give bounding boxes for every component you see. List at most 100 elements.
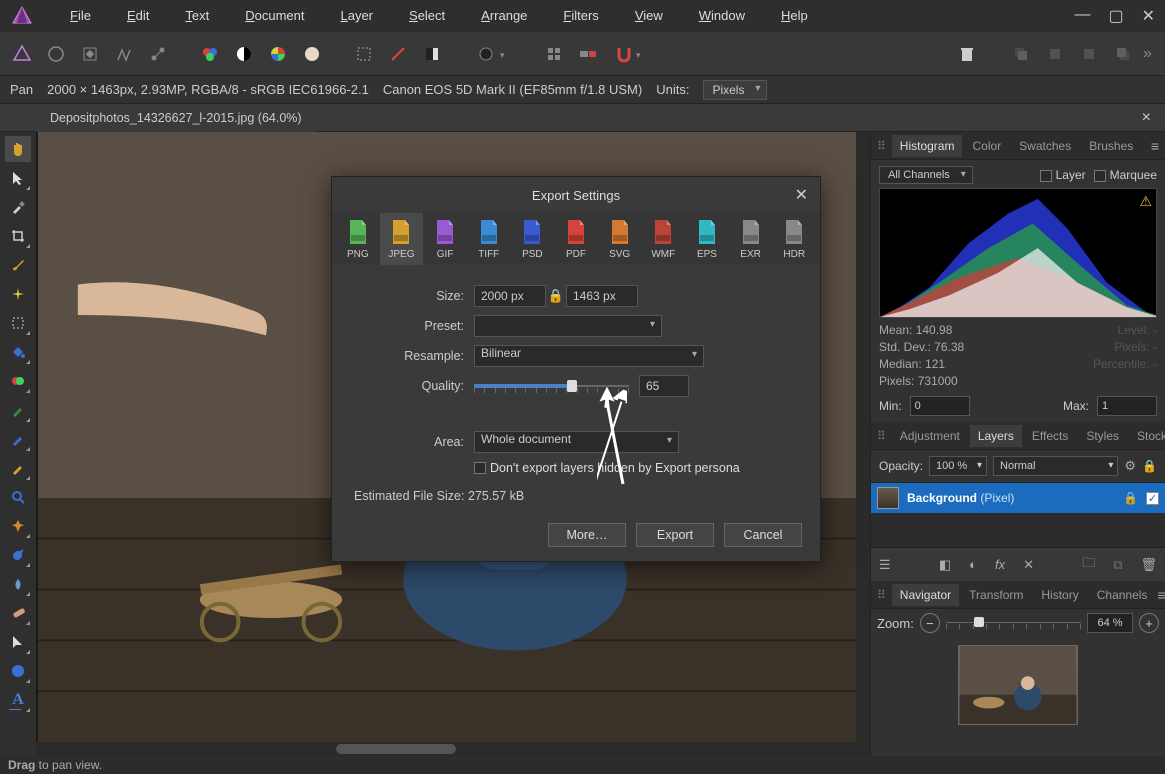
units-select[interactable]: Pixels xyxy=(703,80,767,100)
zoom-slider[interactable] xyxy=(946,614,1081,632)
menu-file[interactable]: File xyxy=(52,0,109,32)
close-icon[interactable]: ✕ xyxy=(1023,557,1034,573)
opacity-select[interactable]: 100 % xyxy=(929,456,987,476)
menu-filters[interactable]: Filters xyxy=(545,0,616,32)
menu-text[interactable]: Text xyxy=(167,0,227,32)
cancel-button[interactable]: Cancel xyxy=(724,523,802,547)
persona-tone-icon[interactable] xyxy=(110,40,138,68)
quality-slider[interactable] xyxy=(474,375,629,397)
resample-select[interactable]: Bilinear xyxy=(474,345,704,367)
height-input[interactable] xyxy=(566,285,638,307)
flood-fill-tool-icon[interactable] xyxy=(5,339,31,365)
effects-tool-icon[interactable] xyxy=(5,513,31,539)
menu-arrange[interactable]: Arrange xyxy=(463,0,545,32)
format-tiff[interactable]: TIFF xyxy=(467,213,511,265)
menu-view[interactable]: View xyxy=(617,0,681,32)
format-psd[interactable]: PSD xyxy=(511,213,555,265)
menu-layer[interactable]: Layer xyxy=(322,0,391,32)
tab-swatches[interactable]: Swatches xyxy=(1011,135,1079,157)
panel-grip-icon[interactable]: ⠿ xyxy=(877,429,886,443)
arrange-backward-icon[interactable] xyxy=(1041,40,1069,68)
persona-photo-icon[interactable] xyxy=(8,40,36,68)
window-maximize-icon[interactable]: ▢ xyxy=(1108,6,1123,26)
tab-adjustment[interactable]: Adjustment xyxy=(892,425,968,447)
arrange-back-icon[interactable] xyxy=(1007,40,1035,68)
selection-refine-icon[interactable] xyxy=(418,40,446,68)
overlay-brush-tool-icon[interactable] xyxy=(5,426,31,452)
hand-tool-icon[interactable] xyxy=(5,136,31,162)
persona-export-icon[interactable] xyxy=(144,40,172,68)
panel-grip-icon[interactable]: ⠿ xyxy=(877,139,886,153)
pen-tool-icon[interactable] xyxy=(5,629,31,655)
min-input[interactable] xyxy=(910,396,970,416)
tab-histogram[interactable]: Histogram xyxy=(892,135,963,157)
format-eps[interactable]: EPS xyxy=(685,213,729,265)
max-input[interactable] xyxy=(1097,396,1157,416)
tab-history[interactable]: History xyxy=(1033,584,1086,606)
text-tool-icon[interactable]: A xyxy=(5,687,31,713)
tab-close-icon[interactable]: × xyxy=(1128,109,1165,127)
mask-icon[interactable]: ◧ xyxy=(939,557,951,573)
duplicate-icon[interactable]: ⧉ xyxy=(1113,557,1122,573)
quality-input[interactable]: 65 xyxy=(639,375,689,397)
format-svg[interactable]: SVG xyxy=(598,213,642,265)
snapping-icon[interactable] xyxy=(574,40,602,68)
sparkle-tool-icon[interactable] xyxy=(5,281,31,307)
marquee-tool-icon[interactable] xyxy=(5,310,31,336)
preset-select[interactable] xyxy=(474,315,662,337)
grid-icon[interactable] xyxy=(540,40,568,68)
arrange-forward-icon[interactable] xyxy=(1075,40,1103,68)
contrast-icon[interactable] xyxy=(230,40,258,68)
format-hdr[interactable]: HDR xyxy=(772,213,816,265)
tab-channels[interactable]: Channels xyxy=(1089,584,1156,606)
adjustment-icon[interactable]: ◐ xyxy=(969,557,977,572)
menu-help[interactable]: Help xyxy=(763,0,826,32)
tab-effects[interactable]: Effects xyxy=(1024,425,1076,447)
blur-tool-icon[interactable] xyxy=(5,571,31,597)
layers-stack-icon[interactable]: ☰ xyxy=(879,557,891,573)
lock-icon[interactable]: 🔒 xyxy=(1142,459,1157,473)
layer-checkbox[interactable] xyxy=(1040,170,1052,182)
panel-grip-icon[interactable]: ⠿ xyxy=(877,588,886,602)
format-png[interactable]: PNG xyxy=(336,213,380,265)
paint-brush-tool-icon[interactable] xyxy=(5,252,31,278)
format-gif[interactable]: GIF xyxy=(423,213,467,265)
color-picker-tool-icon[interactable] xyxy=(5,194,31,220)
shape-tool-icon[interactable] xyxy=(5,658,31,684)
area-select[interactable]: Whole document xyxy=(474,431,679,453)
persona-develop-icon[interactable] xyxy=(76,40,104,68)
tab-brushes[interactable]: Brushes xyxy=(1081,135,1141,157)
group-icon[interactable]: 🗀 xyxy=(1082,554,1095,576)
layer-lock-icon[interactable]: 🔒 xyxy=(1123,491,1138,505)
gear-icon[interactable]: ⚙ xyxy=(1124,458,1136,474)
menu-select[interactable]: Select xyxy=(391,0,463,32)
format-wmf[interactable]: WMF xyxy=(641,213,685,265)
tab-transform[interactable]: Transform xyxy=(961,584,1031,606)
dialog-close-icon[interactable]: ✕ xyxy=(795,185,808,205)
soft-proof-icon[interactable] xyxy=(298,40,326,68)
export-button[interactable]: Export xyxy=(636,523,714,547)
marquee-checkbox[interactable] xyxy=(1094,170,1106,182)
blend-mode-select[interactable]: Normal xyxy=(993,456,1118,476)
arrange-front-icon[interactable] xyxy=(1109,40,1137,68)
navigator-thumbnail[interactable] xyxy=(958,645,1078,725)
tab-navigator[interactable]: Navigator xyxy=(892,584,959,606)
swatches-icon[interactable] xyxy=(196,40,224,68)
canvas-scrollbar-vertical[interactable] xyxy=(856,132,870,742)
layer-visible-checkbox[interactable]: ✓ xyxy=(1146,492,1159,505)
pixel-brush-tool-icon[interactable] xyxy=(5,397,31,423)
erase-brush-tool-icon[interactable] xyxy=(5,455,31,481)
delete-layer-icon[interactable]: 🗑 xyxy=(1141,557,1158,573)
document-tab[interactable]: Depositphotos_14326627_l-2015.jpg (64.0%… xyxy=(36,104,316,132)
magnet-icon[interactable]: ▾ xyxy=(608,40,650,68)
dialog-title-bar[interactable]: Export Settings ✕ xyxy=(332,177,820,213)
selection-invert-icon[interactable] xyxy=(384,40,412,68)
window-close-icon[interactable]: ✕ xyxy=(1142,6,1155,26)
zoom-value[interactable]: 64 % xyxy=(1087,613,1133,633)
dont-export-checkbox[interactable] xyxy=(474,462,486,474)
channels-select[interactable]: All Channels xyxy=(879,166,973,184)
layer-item-background[interactable]: Background (Pixel) 🔒 ✓ xyxy=(871,483,1165,513)
quick-mask-icon[interactable]: ▾ xyxy=(470,40,516,68)
menu-window[interactable]: Window xyxy=(681,0,763,32)
persona-liquify-icon[interactable] xyxy=(42,40,70,68)
